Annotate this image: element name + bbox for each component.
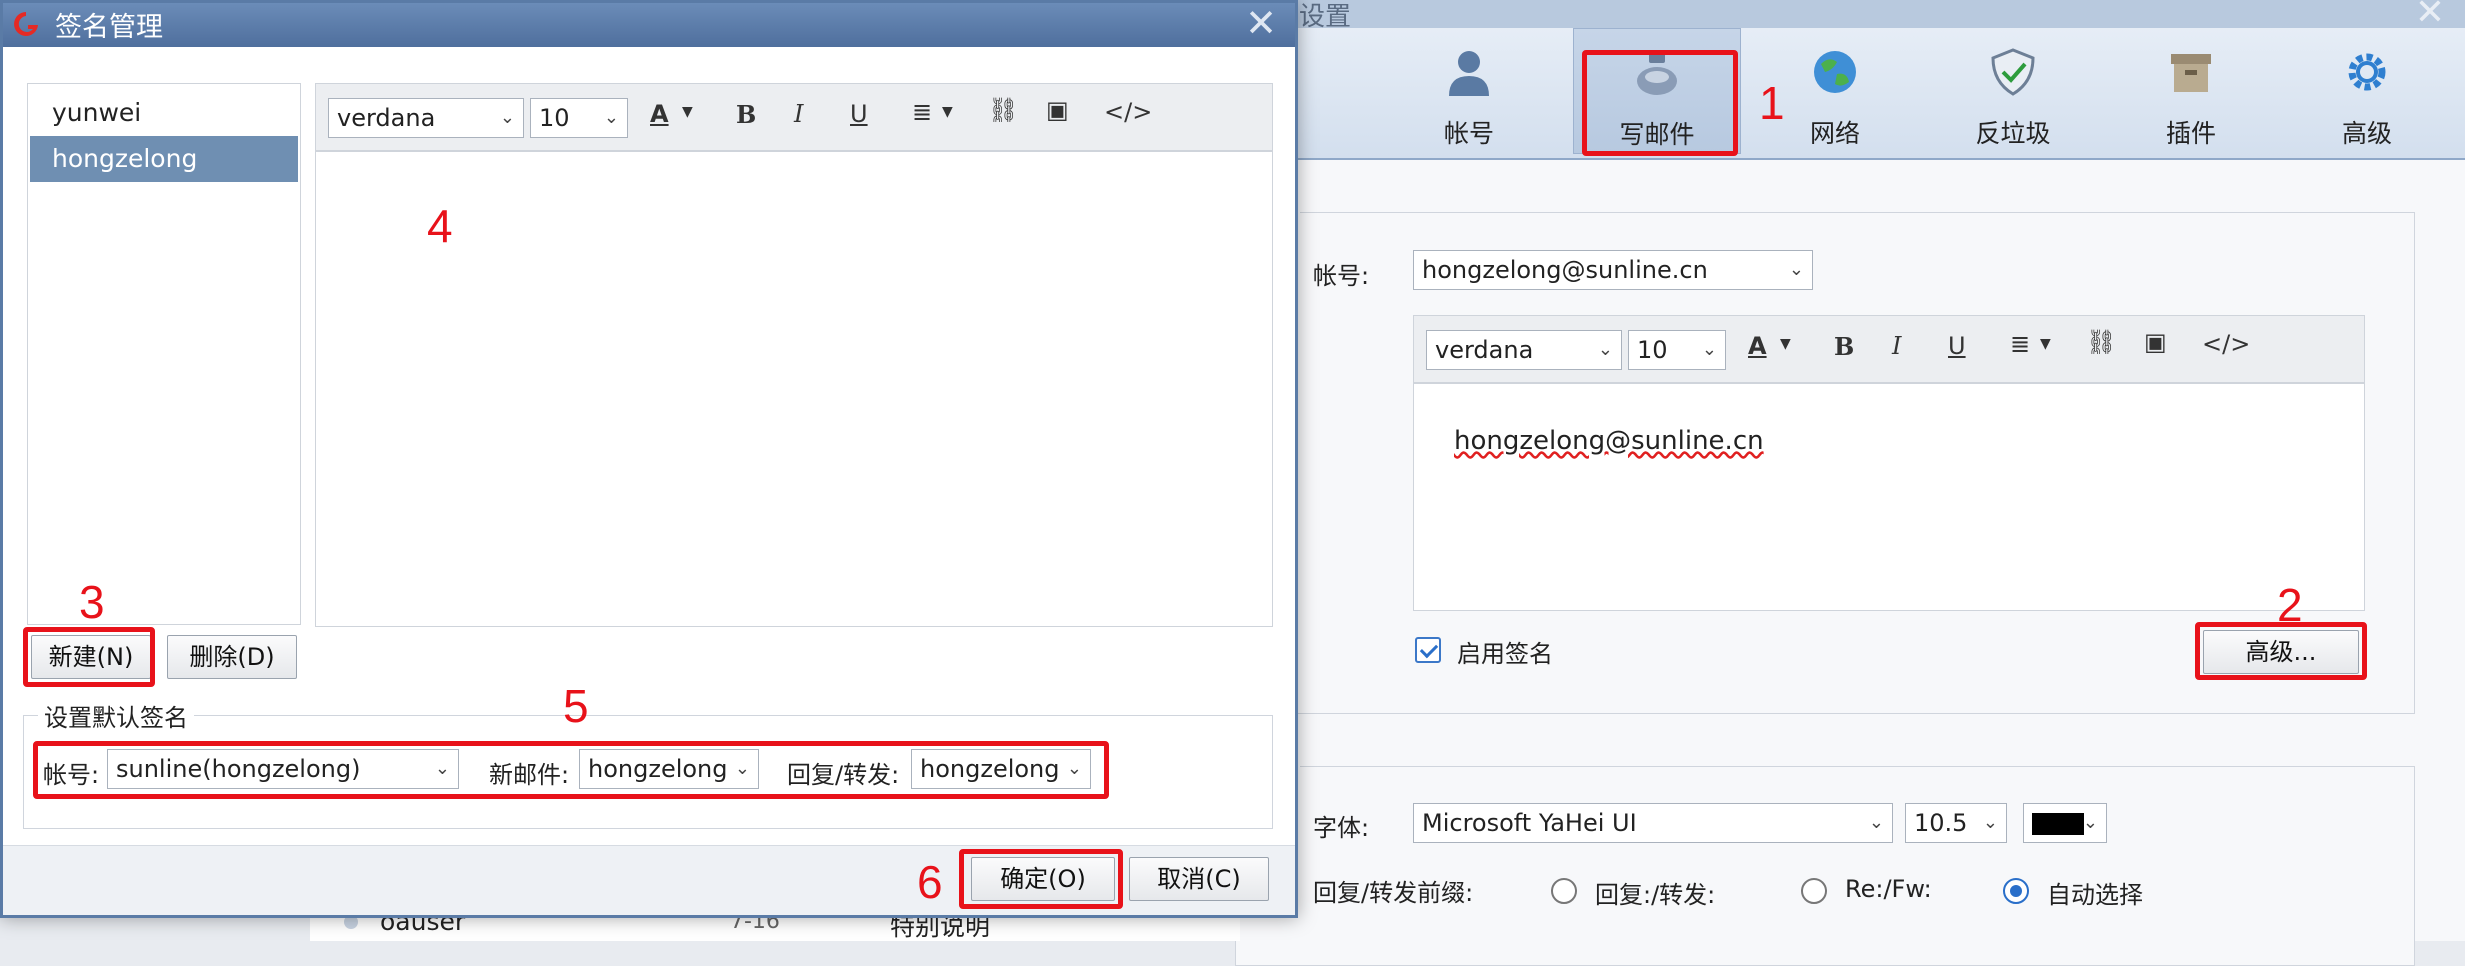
bold-icon[interactable]: B xyxy=(736,100,756,129)
tab-antispam-label: 反垃圾 xyxy=(1975,119,2051,148)
globe-icon xyxy=(1814,51,1856,93)
chevron-down-icon: ⌄ xyxy=(1788,259,1804,280)
image-icon[interactable]: ▣ xyxy=(2144,328,2167,356)
enable-signature-label: 启用签名 xyxy=(1457,640,1553,668)
align-icon[interactable]: ≣ xyxy=(912,98,932,126)
settings-account-select[interactable]: hongzelong@sunline.cn ⌄ xyxy=(1413,250,1813,290)
cancel-button[interactable]: 取消(C) xyxy=(1129,857,1269,901)
align-icon[interactable]: ≣ xyxy=(2010,330,2030,358)
tab-account-label: 帐号 xyxy=(1443,119,1494,148)
underline-icon[interactable]: U xyxy=(850,100,868,128)
annotation-box-6 xyxy=(959,849,1123,909)
settings-window: 设置 ✕ 常用 帐号 写邮件 xyxy=(1234,0,2465,966)
tab-antispam[interactable]: 反垃圾 xyxy=(1929,28,2097,154)
reply-prefix-label: 回复/转发前缀: xyxy=(1313,879,1474,907)
chevron-down-icon: ⌄ xyxy=(1597,339,1613,360)
radio-reply-chinese-label: 回复:/转发: xyxy=(1595,881,1716,909)
radio-reply-chinese[interactable] xyxy=(1551,878,1577,904)
radio-auto-select-label: 自动选择 xyxy=(2047,881,2143,909)
settings-signature-editor[interactable]: hongzelong@sunline.cn xyxy=(1413,383,2365,611)
dialog-editor-toolbar: verdana ⌄ 10 ⌄ A ▼ B I U ≣ ▼ ⛓ ▣ </> xyxy=(315,83,1273,151)
link-icon[interactable]: ⛓ xyxy=(2086,328,2116,356)
tab-advanced-label: 高级 xyxy=(2341,119,2392,148)
chevron-down-icon: ⌄ xyxy=(603,107,619,128)
annotation-4: 4 xyxy=(427,200,453,252)
radio-re-fw[interactable] xyxy=(1801,878,1827,904)
annotation-box-3 xyxy=(23,627,155,687)
settings-titlebar: 设置 ✕ xyxy=(1245,0,2465,33)
dialog-title: 签名管理 xyxy=(55,12,163,43)
app-logo-icon xyxy=(14,12,39,36)
dialog-font-value: verdana xyxy=(337,104,436,132)
format-color-select[interactable]: ⌄ xyxy=(2023,803,2107,843)
settings-font-select[interactable]: verdana ⌄ xyxy=(1426,330,1622,370)
annotation-2: 2 xyxy=(2277,579,2303,631)
signature-item-yunwei[interactable]: yunwei xyxy=(30,90,298,136)
format-size-value: 10.5 xyxy=(1914,809,1968,837)
radio-re-fw-label: Re:/Fw: xyxy=(1845,875,1932,903)
chevron-down-icon: ⌄ xyxy=(2082,812,2098,833)
chevron-down-icon[interactable]: ▼ xyxy=(1780,336,1791,352)
dialog-font-select[interactable]: verdana ⌄ xyxy=(328,98,524,138)
chevron-down-icon: ⌄ xyxy=(499,107,515,128)
chevron-down-icon[interactable]: ▼ xyxy=(2040,336,2051,352)
settings-size-value: 10 xyxy=(1637,336,1668,364)
settings-account-value: hongzelong@sunline.cn xyxy=(1422,256,1708,284)
tab-plugins[interactable]: 插件 xyxy=(2107,28,2275,154)
image-icon[interactable]: ▣ xyxy=(1046,96,1069,124)
annotation-6: 6 xyxy=(917,856,943,908)
format-font-label: 字体: xyxy=(1313,814,1370,842)
annotation-3: 3 xyxy=(79,576,105,628)
bold-icon[interactable]: B xyxy=(1834,332,1854,361)
annotation-5: 5 xyxy=(563,680,589,732)
settings-editor-toolbar: verdana ⌄ 10 ⌄ A ▼ B I U ≣ ▼ ⛓ ▣ </> xyxy=(1413,315,2365,383)
underline-icon[interactable]: U xyxy=(1948,332,1966,360)
signature-list: yunwei hongzelong xyxy=(27,83,301,625)
italic-icon[interactable]: I xyxy=(1892,332,1901,360)
chevron-down-icon[interactable]: ▼ xyxy=(942,104,953,120)
settings-toolbar: 常用 帐号 写邮件 网络 xyxy=(1234,28,2465,160)
font-color-icon[interactable]: A xyxy=(650,100,669,128)
user-icon xyxy=(1449,51,1489,96)
annotation-box-5 xyxy=(33,741,1109,799)
link-icon[interactable]: ⛓ xyxy=(988,96,1018,124)
italic-icon[interactable]: I xyxy=(794,100,803,128)
tab-advanced[interactable]: 高级 xyxy=(2283,28,2451,154)
annotation-1: 1 xyxy=(1759,77,1785,129)
chevron-down-icon: ⌄ xyxy=(1701,339,1717,360)
delete-signature-button[interactable]: 删除(D) xyxy=(167,635,297,679)
chevron-down-icon[interactable]: ▼ xyxy=(682,104,693,120)
tab-plugins-label: 插件 xyxy=(2165,119,2216,148)
format-group: 格式 xyxy=(1235,751,2415,966)
dialog-size-select[interactable]: 10 ⌄ xyxy=(530,98,628,138)
dialog-close-icon[interactable]: ✕ xyxy=(1245,1,1277,45)
annotation-box-1 xyxy=(1582,50,1738,156)
radio-auto-select[interactable] xyxy=(2003,878,2029,904)
signature-item-hongzelong[interactable]: hongzelong xyxy=(30,136,298,182)
tab-account[interactable]: 帐号 xyxy=(1385,28,1553,154)
settings-font-value: verdana xyxy=(1435,336,1534,364)
default-signature-title: 设置默认签名 xyxy=(38,698,194,733)
format-font-value: Microsoft YaHei UI xyxy=(1422,809,1637,837)
settings-account-label: 帐号: xyxy=(1313,262,1370,290)
box-icon xyxy=(2171,54,2211,92)
settings-editor-text: hongzelong@sunline.cn xyxy=(1454,426,1764,456)
chevron-down-icon: ⌄ xyxy=(1982,812,1998,833)
dialog-size-value: 10 xyxy=(539,104,570,132)
html-source-icon[interactable]: </> xyxy=(1104,98,1152,126)
format-font-select[interactable]: Microsoft YaHei UI ⌄ xyxy=(1413,803,1893,843)
settings-size-select[interactable]: 10 ⌄ xyxy=(1628,330,1726,370)
gear-icon xyxy=(2348,53,2386,91)
html-source-icon[interactable]: </> xyxy=(2202,330,2250,358)
format-size-select[interactable]: 10.5 ⌄ xyxy=(1905,803,2007,843)
signature-manager-dialog: 签名管理 ✕ yunwei hongzelong verdana ⌄ 10 ⌄ … xyxy=(0,0,1298,918)
enable-signature-checkbox[interactable] xyxy=(1415,637,1441,663)
shield-check-icon xyxy=(1991,48,2035,96)
color-swatch xyxy=(2032,813,2084,835)
chevron-down-icon: ⌄ xyxy=(1868,812,1884,833)
dialog-titlebar: 签名管理 ✕ xyxy=(3,1,1295,47)
dialog-signature-editor[interactable] xyxy=(315,151,1273,627)
font-color-icon[interactable]: A xyxy=(1748,332,1767,360)
